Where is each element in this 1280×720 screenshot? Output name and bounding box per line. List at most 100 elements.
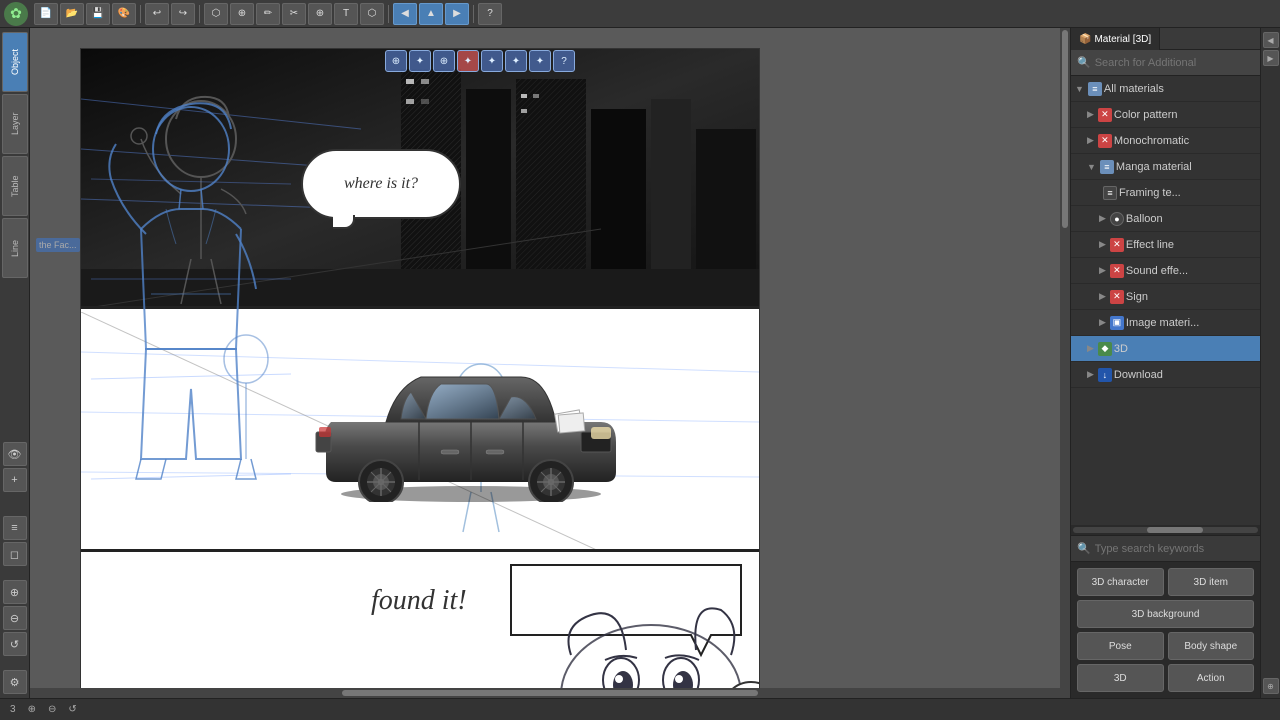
tree-item-image-material[interactable]: ▶ ▣ Image materi...	[1071, 310, 1260, 336]
toolbar-btn-save[interactable]: 💾	[86, 3, 110, 25]
ri-btn-3[interactable]: ⊕	[1263, 678, 1279, 694]
tree-item-sign[interactable]: ▶ ✕ Sign	[1071, 284, 1260, 310]
balloon-label: Balloon	[1126, 213, 1256, 225]
manga-material-arrow: ▼	[1087, 162, 1096, 172]
btn-3d-item[interactable]: 3D item	[1168, 568, 1255, 596]
toolbar-btn-select[interactable]: ⬡	[204, 3, 228, 25]
tree-item-root[interactable]: ▼ ≡ All materials	[1071, 76, 1260, 102]
manga-material-label: Manga material	[1116, 161, 1256, 173]
canvas-vscroll[interactable]	[1060, 28, 1070, 688]
ri-btn-1[interactable]: ◀	[1263, 32, 1279, 48]
material-bottom-search[interactable]: 🔍	[1071, 535, 1260, 561]
toolbar-btn-new[interactable]: 📄	[34, 3, 58, 25]
btn-pose[interactable]: Pose	[1077, 632, 1164, 660]
status-zoom-out[interactable]: ⊖	[44, 704, 60, 715]
bottom-search-input[interactable]	[1095, 543, 1254, 555]
car-svg	[311, 332, 631, 502]
canvas-hscroll[interactable]	[30, 688, 1070, 698]
left-icon-zoom-out[interactable]: ⊖	[3, 606, 27, 630]
manga-material-icon: ≡	[1100, 160, 1114, 174]
left-icon-rotate[interactable]: ↺	[3, 632, 27, 656]
image-material-icon: ▣	[1110, 316, 1124, 330]
left-icon-eraser[interactable]: ◻	[3, 542, 27, 566]
tree-item-3d[interactable]: ▶ ◆ 3D	[1071, 336, 1260, 362]
download-icon: ↓	[1098, 368, 1112, 382]
toolbar-btn-color[interactable]: 🎨	[112, 3, 136, 25]
left-tab-layer[interactable]: Layer	[2, 94, 28, 154]
left-tab-table[interactable]: Table	[2, 156, 28, 216]
toolbar-btn-cut[interactable]: ✂	[282, 3, 306, 25]
manga-page: where is it?	[81, 49, 759, 698]
panel-tabs: 📦 Material [3D]	[1071, 28, 1260, 50]
speech-bubble: where is it?	[301, 149, 461, 219]
left-tab-object[interactable]: Object	[2, 32, 28, 92]
toolbar-btn-redo[interactable]: ↪	[171, 3, 195, 25]
toolbar-btn-blur[interactable]: ⬡	[360, 3, 384, 25]
toolbar-sep-3	[388, 5, 389, 23]
ri-btn-2[interactable]: ▶	[1263, 50, 1279, 66]
found-it-text: found it!	[371, 585, 467, 617]
main-area: Object Layer Table Line 👁 + ≡ ◻ ⊕ ⊖ ↺ ⚙ …	[0, 28, 1280, 698]
canvas-area[interactable]: the Fac... ⊕ ✦ ⊕ ✦ ✦ ✦ ✦ ?	[30, 28, 1070, 698]
btn-action[interactable]: Action	[1168, 664, 1255, 692]
toolbar-btn-nav1[interactable]: ◀	[393, 3, 417, 25]
tree-item-manga-material[interactable]: ▼ ≡ Manga material	[1071, 154, 1260, 180]
color-pattern-label: Color pattern	[1114, 109, 1256, 121]
tree-item-sound-effect[interactable]: ▶ ✕ Sound effe...	[1071, 258, 1260, 284]
material-search-input[interactable]	[1095, 57, 1254, 69]
toolbar-btn-nav3[interactable]: ▶	[445, 3, 469, 25]
tree-item-balloon[interactable]: ▶ ● Balloon	[1071, 206, 1260, 232]
left-icon-misc[interactable]: ⚙	[3, 670, 27, 694]
tree-item-effect-line[interactable]: ▶ ✕ Effect line	[1071, 232, 1260, 258]
effect-line-label: Effect line	[1126, 239, 1256, 251]
tree-item-monochromatic[interactable]: ▶ ✕ Monochromatic	[1071, 128, 1260, 154]
toolbar-sep-4	[473, 5, 474, 23]
left-icon-plus[interactable]: +	[3, 468, 27, 492]
canvas-tool-2[interactable]: ✦	[409, 50, 431, 72]
canvas-tool-3[interactable]: ⊕	[433, 50, 455, 72]
root-label: All materials	[1104, 83, 1256, 95]
canvas-tool-7[interactable]: ✦	[529, 50, 551, 72]
tree-item-color-pattern[interactable]: ▶ ✕ Color pattern	[1071, 102, 1260, 128]
left-icon-zoom-in[interactable]: ⊕	[3, 580, 27, 604]
sign-label: Sign	[1126, 291, 1256, 303]
toolbar-btn-undo[interactable]: ↩	[145, 3, 169, 25]
btn-3d-character[interactable]: 3D character	[1077, 568, 1164, 596]
canvas-tool-4[interactable]: ✦	[457, 50, 479, 72]
toolbar-btn-pen[interactable]: ✏	[256, 3, 280, 25]
3d-icon: ◆	[1098, 342, 1112, 356]
toolbar-btn-text[interactable]: T	[334, 3, 358, 25]
tree-item-framing[interactable]: ≡ Framing te...	[1071, 180, 1260, 206]
toolbar-btn-open[interactable]: 📂	[60, 3, 84, 25]
canvas-tool-8[interactable]: ?	[553, 50, 575, 72]
asset-btn-row-4: 3D Action	[1077, 664, 1254, 692]
left-icon-brush[interactable]: ≡	[3, 516, 27, 540]
material-search-bar[interactable]: 🔍	[1071, 50, 1260, 76]
material-tab-icon: 📦	[1079, 34, 1091, 45]
asset-btn-row-1: 3D character 3D item	[1077, 568, 1254, 596]
panel-tab-material[interactable]: 📦 Material [3D]	[1071, 28, 1160, 50]
canvas-tool-1[interactable]: ⊕	[385, 50, 407, 72]
right-material-panel: 📦 Material [3D] 🔍 ▼ ≡ All materials ▶ ✕ …	[1070, 28, 1260, 698]
toolbar-btn-fill[interactable]: ⊕	[308, 3, 332, 25]
btn-3d-background[interactable]: 3D background	[1077, 600, 1254, 628]
btn-body-shape[interactable]: Body shape	[1168, 632, 1255, 660]
canvas-tool-5[interactable]: ✦	[481, 50, 503, 72]
toolbar-btn-transform[interactable]: ⊕	[230, 3, 254, 25]
toolbar-btn-nav2[interactable]: ▲	[419, 3, 443, 25]
status-rotate[interactable]: ↺	[64, 704, 80, 715]
status-zoom-in[interactable]: ⊕	[24, 704, 40, 715]
btn-3d[interactable]: 3D	[1077, 664, 1164, 692]
asset-buttons: 3D character 3D item 3D background Pose …	[1071, 561, 1260, 698]
toolbar-btn-help[interactable]: ?	[478, 3, 502, 25]
left-tab-line[interactable]: Line	[2, 218, 28, 278]
canvas-tool-6[interactable]: ✦	[505, 50, 527, 72]
balloon-arrow: ▶	[1099, 213, 1106, 224]
right-icons-strip: ◀ ▶ ⊕	[1260, 28, 1280, 698]
monochromatic-icon: ✕	[1098, 134, 1112, 148]
manga-canvas: where is it?	[80, 48, 760, 698]
material-hscrollbar[interactable]	[1071, 525, 1260, 535]
tree-item-download[interactable]: ▶ ↓ Download	[1071, 362, 1260, 388]
sound-effect-icon: ✕	[1110, 264, 1124, 278]
left-icon-eye[interactable]: 👁	[3, 442, 27, 466]
